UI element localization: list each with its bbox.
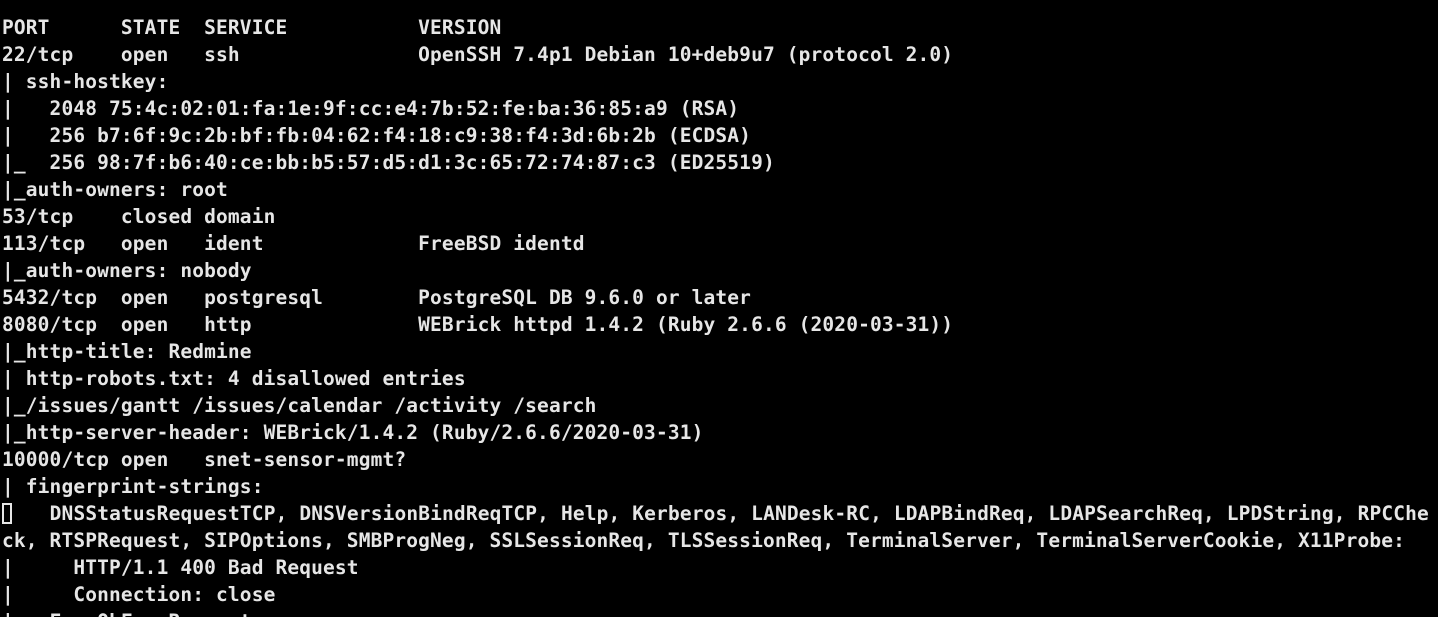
terminal-line: |_http-title: Redmine	[2, 340, 252, 363]
terminal-line: 22/tcp open ssh OpenSSH 7.4p1 Debian 10+…	[2, 43, 954, 66]
terminal-line: | Connection: close	[2, 583, 276, 606]
terminal-line: |_auth-owners: root	[2, 178, 228, 201]
terminal-line: |_ 256 98:7f:b6:40:ce:bb:b5:57:d5:d1:3c:…	[2, 151, 775, 174]
terminal-line: |_http-server-header: WEBrick/1.4.2 (Rub…	[2, 421, 704, 444]
terminal-line: 8080/tcp open http WEBrick httpd 1.4.2 (…	[2, 313, 954, 336]
terminal-line: 5432/tcp open postgresql PostgreSQL DB 9…	[2, 286, 752, 309]
terminal-line: | FourOhFourRequest:	[2, 608, 1429, 617]
terminal-line: |_/issues/gantt /issues/calendar /activi…	[2, 394, 597, 417]
terminal-line: 113/tcp open ident FreeBSD identd	[2, 232, 585, 255]
terminal-line: 10000/tcp open snet-sensor-mgmt?	[2, 448, 407, 471]
text-cursor	[2, 503, 12, 524]
terminal-line: 53/tcp closed domain	[2, 205, 276, 228]
terminal-line: | 256 b7:6f:9c:2b:bf:fb:04:62:f4:18:c9:3…	[2, 124, 752, 147]
terminal-line: | fingerprint-strings:	[2, 475, 264, 498]
terminal-line: |_auth-owners: nobody	[2, 259, 252, 282]
terminal-line: | 2048 75:4c:02:01:fa:1e:9f:cc:e4:7b:52:…	[2, 97, 740, 120]
terminal-line: | ssh-hostkey:	[2, 70, 169, 93]
terminal-line-text: DNSStatusRequestTCP, DNSVersionBindReqTC…	[14, 502, 1429, 525]
terminal-line: | HTTP/1.1 400 Bad Request	[2, 556, 359, 579]
table-header-line: PORT STATE SERVICE VERSION	[2, 16, 502, 39]
terminal-output: PORT STATE SERVICE VERSION 22/tcp open s…	[2, 0, 1429, 617]
cursor-line: DNSStatusRequestTCP, DNSVersionBindReqTC…	[2, 500, 1429, 527]
terminal-line: ck, RTSPRequest, SIPOptions, SMBProgNeg,…	[2, 529, 1406, 552]
terminal-window[interactable]: PORT STATE SERVICE VERSION 22/tcp open s…	[0, 0, 1438, 617]
terminal-line: | http-robots.txt: 4 disallowed entries	[2, 367, 466, 390]
